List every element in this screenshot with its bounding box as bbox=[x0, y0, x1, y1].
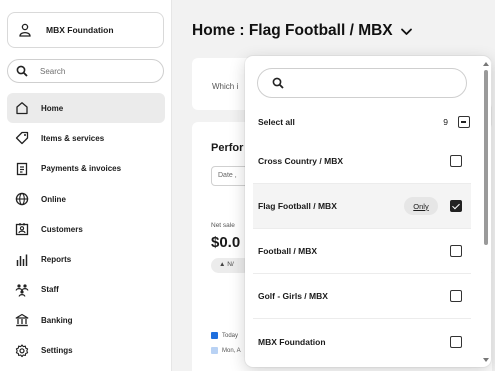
search-placeholder: Search bbox=[40, 66, 66, 76]
sidebar-item-label: Online bbox=[41, 194, 66, 204]
sidebar-item-staff[interactable]: Staff bbox=[7, 275, 165, 305]
org-switcher[interactable]: MBX Foundation bbox=[7, 12, 164, 48]
home-icon bbox=[16, 102, 28, 115]
bank-icon bbox=[15, 314, 29, 327]
sidebar-item-reports[interactable]: Reports bbox=[7, 244, 165, 274]
legend-label: Today bbox=[222, 332, 239, 339]
sidebar-item-label: Home bbox=[41, 103, 64, 113]
sidebar-item-label: Staff bbox=[41, 285, 59, 295]
performance-title: Perfor bbox=[211, 142, 244, 154]
option-checkbox[interactable] bbox=[450, 155, 462, 167]
sidebar-item-label: Payments & invoices bbox=[41, 164, 122, 174]
net-sales-label: Net sale bbox=[211, 222, 235, 229]
sidebar-item-label: Customers bbox=[41, 224, 83, 234]
legend-swatch bbox=[211, 347, 218, 354]
option-label: Flag Football / MBX bbox=[258, 201, 337, 211]
sidebar-item-items-services[interactable]: Items & services bbox=[7, 123, 165, 153]
option-checkbox[interactable] bbox=[450, 290, 462, 302]
receipt-icon bbox=[16, 162, 28, 175]
option-checkbox[interactable] bbox=[450, 245, 462, 257]
select-all-checkbox[interactable] bbox=[458, 116, 470, 128]
gear-icon bbox=[15, 343, 29, 357]
option-label: Golf - Girls / MBX bbox=[258, 291, 328, 301]
selected-count: 9 bbox=[443, 117, 448, 127]
scroll-up-arrow-icon[interactable] bbox=[483, 62, 489, 66]
customers-icon bbox=[15, 223, 29, 236]
only-button[interactable]: Only bbox=[404, 197, 438, 215]
option-checkbox[interactable] bbox=[450, 200, 462, 212]
sidebar-item-payments-invoices[interactable]: Payments & invoices bbox=[7, 154, 165, 184]
search-icon bbox=[16, 65, 28, 77]
sidebar-item-label: Banking bbox=[41, 315, 73, 325]
change-text: N/ bbox=[227, 261, 234, 268]
net-sales-value: $0.0 bbox=[211, 234, 241, 251]
location-dropdown: Select all 9 Cross Country / MBX Flag Fo… bbox=[245, 56, 491, 367]
legend-prior: Mon, A bbox=[211, 347, 241, 354]
option-label: Football / MBX bbox=[258, 246, 318, 256]
sidebar-item-label: Items & services bbox=[41, 133, 105, 143]
page-title: Home : Flag Football / MBX bbox=[192, 22, 393, 39]
person-icon bbox=[19, 23, 31, 37]
option-label: MBX Foundation bbox=[258, 336, 326, 347]
legend-swatch bbox=[211, 332, 218, 339]
option-list: Cross Country / MBX Flag Football / MBX … bbox=[253, 139, 471, 364]
legend-label: Mon, A bbox=[222, 347, 241, 354]
sidebar-nav: Home Items & services Payments & invoice… bbox=[7, 93, 165, 366]
triangle-up-icon: ▲ bbox=[219, 261, 228, 268]
chevron-down-icon bbox=[400, 28, 412, 35]
dropdown-search-input[interactable] bbox=[257, 68, 467, 98]
sidebar-item-home[interactable]: Home bbox=[7, 93, 165, 124]
scroll-thumb[interactable] bbox=[484, 70, 488, 245]
tag-icon bbox=[15, 132, 29, 145]
sidebar-item-banking[interactable]: Banking bbox=[7, 305, 165, 335]
sidebar-item-online[interactable]: Online bbox=[7, 184, 165, 214]
dropdown-scrollbar[interactable] bbox=[483, 62, 489, 362]
select-all-row[interactable]: Select all 9 bbox=[258, 114, 470, 130]
option-golf-girls[interactable]: Golf - Girls / MBX bbox=[253, 274, 471, 319]
sidebar-item-customers[interactable]: Customers bbox=[7, 214, 165, 244]
sidebar-item-label: Reports bbox=[41, 255, 72, 265]
search-input[interactable]: Search bbox=[7, 59, 164, 83]
sidebar-item-label: Settings bbox=[41, 346, 73, 356]
sidebar: MBX Foundation Search Home Items & servi… bbox=[0, 0, 172, 371]
bar-chart-icon bbox=[16, 254, 28, 266]
option-label: Cross Country / MBX bbox=[258, 156, 344, 166]
search-icon bbox=[272, 77, 284, 89]
location-selector[interactable]: Home : Flag Football / MBX bbox=[192, 22, 413, 40]
globe-icon bbox=[15, 192, 29, 206]
option-flag-football[interactable]: Flag Football / MBX Only bbox=[253, 184, 471, 229]
sidebar-item-settings[interactable]: Settings bbox=[7, 335, 165, 365]
option-mbx-foundation[interactable]: MBX Foundation bbox=[253, 319, 471, 364]
org-name: MBX Foundation bbox=[46, 25, 114, 35]
staff-icon bbox=[15, 284, 29, 297]
option-football[interactable]: Football / MBX bbox=[253, 229, 471, 274]
scroll-down-arrow-icon[interactable] bbox=[483, 358, 489, 362]
option-checkbox[interactable] bbox=[450, 335, 462, 348]
option-cross-country[interactable]: Cross Country / MBX bbox=[253, 139, 471, 184]
legend-today: Today bbox=[211, 332, 238, 339]
select-all-label: Select all bbox=[258, 117, 295, 127]
